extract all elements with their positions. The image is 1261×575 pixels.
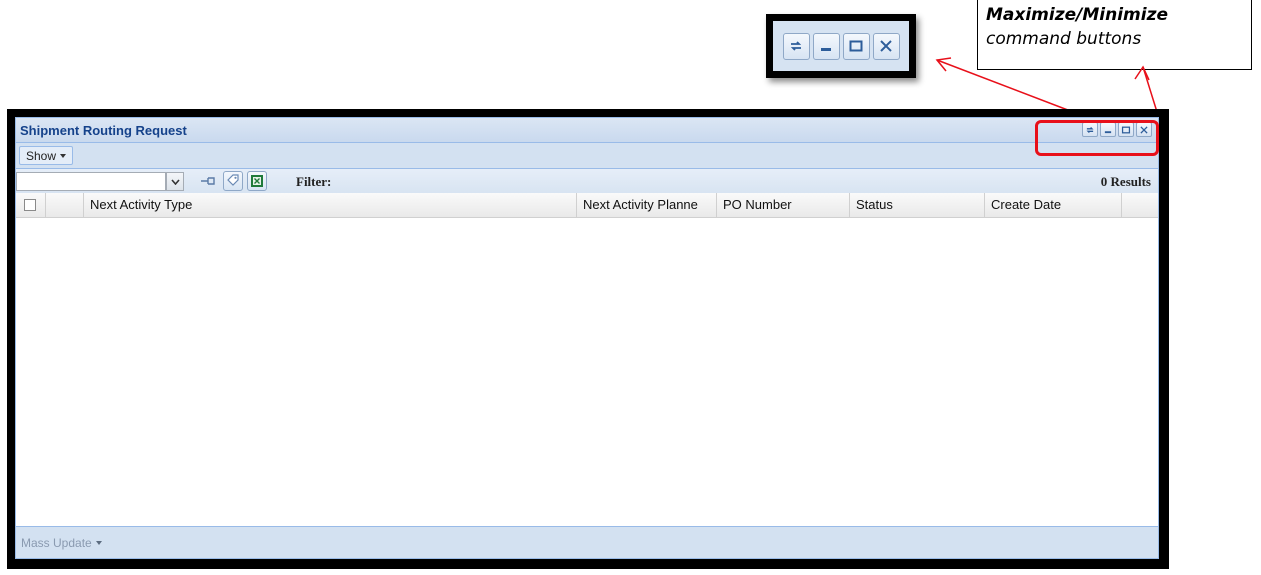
panel-menubar: Show <box>16 143 1158 169</box>
panel-titlebar: Shipment Routing Request <box>16 118 1158 143</box>
results-count: 0 Results <box>1100 174 1151 189</box>
shipment-routing-panel: Shipment Routing Request Show Filter: 0 … <box>15 117 1159 559</box>
column-header[interactable]: Next Activity Type <box>84 193 577 217</box>
export-excel-button[interactable] <box>247 171 267 191</box>
show-menu-button[interactable]: Show <box>19 146 74 165</box>
show-menu-label: Show <box>26 148 57 163</box>
chevron-down-icon <box>95 541 102 545</box>
pin-button[interactable] <box>199 171 219 191</box>
chevron-down-icon <box>170 178 180 185</box>
column-header[interactable]: Create Date <box>985 193 1122 217</box>
select-all-column <box>16 193 46 217</box>
arrow-to-zoom-box <box>936 59 1074 113</box>
window-frame: Shipment Routing Request Show Filter: 0 … <box>7 109 1169 569</box>
mass-update-label: Mass Update <box>21 536 92 550</box>
filter-label: Filter: <box>296 174 332 189</box>
blank-column <box>46 193 84 217</box>
chevron-down-icon <box>60 153 67 158</box>
window-tools-highlight <box>1035 120 1159 156</box>
grid-header: Next Activity Type Next Activity Planne … <box>16 193 1158 218</box>
pin-icon <box>201 177 215 185</box>
grid-toolbar: Filter: 0 Results <box>16 169 1158 193</box>
view-select-input[interactable] <box>16 172 166 191</box>
mass-update-button[interactable]: Mass Update <box>21 536 102 550</box>
select-all-checkbox[interactable] <box>24 199 36 211</box>
tag-icon <box>227 174 239 186</box>
panel-title: Shipment Routing Request <box>20 123 187 138</box>
column-header[interactable]: PO Number <box>717 193 850 217</box>
column-header[interactable]: Status <box>850 193 985 217</box>
tag-filter-button[interactable] <box>223 171 243 191</box>
column-header[interactable]: Next Activity Planne <box>577 193 717 217</box>
grid-body <box>16 218 1158 528</box>
excel-icon <box>251 175 263 187</box>
view-select-trigger[interactable] <box>166 172 184 191</box>
panel-footer: Mass Update <box>16 526 1158 558</box>
arrow-to-note <box>1142 66 1158 113</box>
